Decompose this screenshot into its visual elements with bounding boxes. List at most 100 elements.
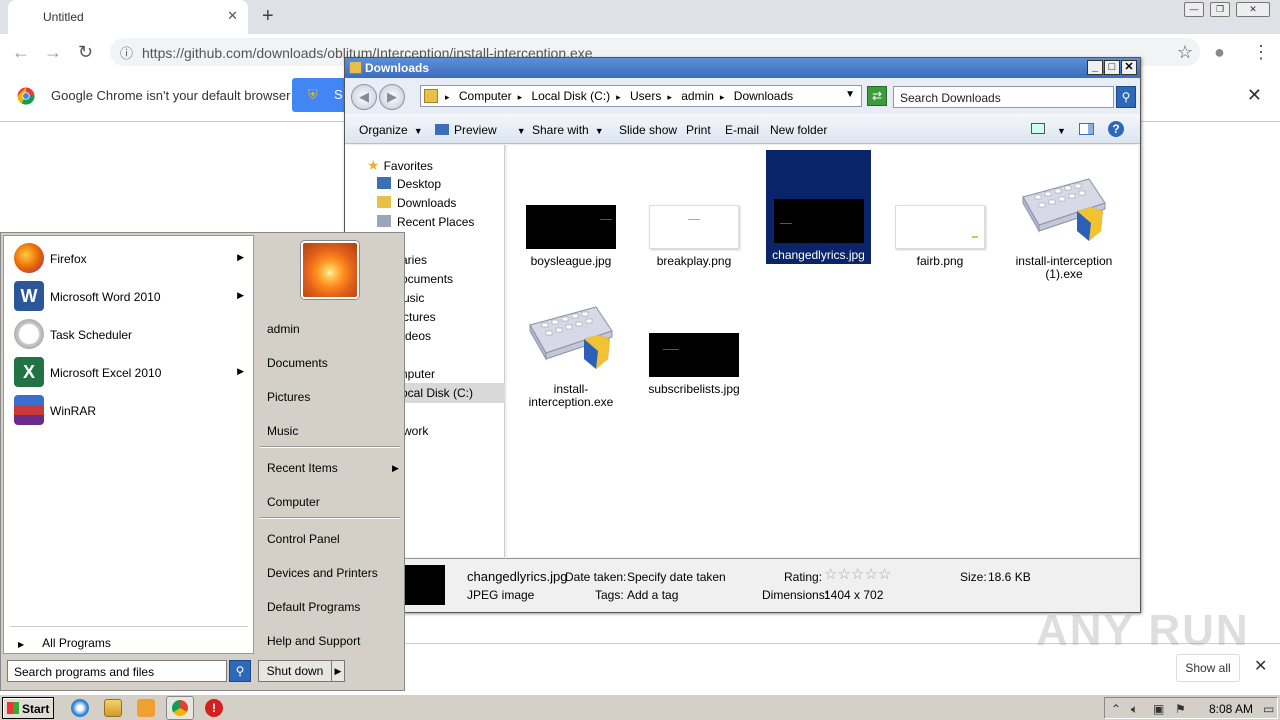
user-avatar[interactable] (301, 241, 359, 299)
explorer-close-button[interactable]: ✕ (1121, 60, 1137, 75)
nav-computer[interactable]: nputer (401, 367, 435, 381)
menu-item-default-programs[interactable]: Default Programs (267, 600, 360, 614)
menu-item-help[interactable]: Help and Support (267, 634, 360, 648)
internet-explorer-icon[interactable] (71, 699, 89, 717)
details-tags-value[interactable]: Add a tag (627, 588, 678, 602)
shutdown-options-arrow-icon[interactable]: ▶ (331, 660, 345, 682)
menu-item-recent[interactable]: Recent Items ▶ (267, 461, 401, 475)
star-icon[interactable]: ☆ (824, 566, 837, 583)
print-button[interactable]: Print (686, 123, 711, 137)
share-with-button[interactable]: Share with ▼ (532, 123, 604, 137)
profile-avatar-icon[interactable]: ● (1214, 42, 1225, 63)
menu-item-control-panel[interactable]: Control Panel (267, 532, 340, 546)
preview-pane-icon[interactable] (1079, 123, 1094, 138)
breadcrumb-users[interactable]: Users (630, 89, 661, 103)
star-icon[interactable]: ☆ (851, 566, 864, 583)
explorer-address-bar[interactable]: ▸ Computer ▸ Local Disk (C:) ▸ Users ▸ admi… (420, 85, 862, 107)
breadcrumb-local-disk[interactable]: Local Disk (C:) (531, 89, 610, 103)
info-icon[interactable]: ⓘ (120, 43, 133, 62)
star-icon[interactable]: ☆ (864, 566, 877, 583)
search-icon[interactable]: ⚲ (229, 660, 251, 682)
restore-button[interactable]: ❐ (1210, 2, 1230, 17)
reload-icon[interactable]: ↻ (78, 42, 93, 63)
new-folder-button[interactable]: New folder (770, 123, 827, 137)
nav-downloads[interactable]: Downloads (377, 196, 456, 210)
email-button[interactable]: E-mail (725, 123, 759, 137)
file-fairb[interactable]: fairb.png (887, 205, 993, 268)
nav-videos[interactable]: deos (405, 329, 431, 343)
star-icon[interactable]: ☆ (878, 566, 891, 583)
close-window-button[interactable]: ✕ (1236, 2, 1270, 17)
nav-network[interactable]: work (403, 424, 428, 438)
nav-recent-places[interactable]: Recent Places (377, 215, 474, 229)
explorer-search-input[interactable]: Search Downloads (893, 86, 1114, 108)
nav-music[interactable]: usic (403, 291, 424, 305)
program-word[interactable]: W Microsoft Word 2010 ▶ (12, 280, 248, 314)
file-install-interception[interactable]: install-interception.exe (518, 303, 624, 409)
show-desktop-icon[interactable]: ▭ (1263, 702, 1274, 716)
minimize-button[interactable]: — (1184, 2, 1204, 17)
chrome-taskbar-button[interactable] (166, 696, 194, 720)
shelf-close-icon[interactable]: ✕ (1254, 656, 1267, 676)
menu-kebab-icon[interactable]: ⋮ (1252, 42, 1270, 63)
show-hidden-icons-icon[interactable]: ⌃ (1111, 702, 1121, 716)
file-boysleague[interactable]: boysleague.jpg (518, 205, 624, 268)
explorer-folder-icon[interactable] (104, 699, 122, 717)
slide-show-button[interactable]: Slide show (619, 123, 677, 137)
program-winrar[interactable]: WinRAR (12, 394, 248, 428)
explorer-title-bar[interactable]: Downloads _ □ ✕ (345, 58, 1140, 78)
menu-item-documents[interactable]: Documents (267, 356, 328, 370)
show-all-button[interactable]: Show all (1176, 654, 1240, 682)
preview-button[interactable]: Preview ▼ (435, 123, 526, 137)
file-changedlyrics[interactable]: changedlyrics.jpg (766, 150, 871, 264)
breadcrumb-admin[interactable]: admin (681, 89, 714, 103)
bookmark-star-icon[interactable]: ☆ (1177, 42, 1193, 63)
breadcrumb-computer[interactable]: Computer (459, 89, 512, 103)
browser-tab[interactable]: Untitled ✕ (8, 0, 248, 34)
explorer-back-icon[interactable]: ◀ (351, 84, 377, 110)
menu-item-devices[interactable]: Devices and Printers (267, 566, 378, 580)
forward-arrow-icon[interactable]: → (44, 42, 62, 63)
menu-item-pictures[interactable]: Pictures (267, 390, 310, 404)
rating-stars[interactable]: ☆☆☆☆☆ (824, 565, 891, 583)
address-dropdown-icon[interactable]: ▼ (845, 89, 855, 100)
network-icon[interactable]: ▣ (1153, 702, 1164, 716)
start-button[interactable]: Start (2, 697, 54, 719)
details-date-value[interactable]: Specify date taken (627, 570, 726, 584)
breadcrumb-downloads[interactable]: Downloads (734, 89, 793, 103)
start-search-input[interactable]: Search programs and files (7, 660, 227, 682)
nav-documents[interactable]: ocuments (401, 272, 453, 286)
nav-pictures[interactable]: ctures (403, 310, 436, 324)
back-arrow-icon[interactable]: ← (12, 42, 30, 63)
all-programs-button[interactable]: ▶ All Programs (18, 636, 111, 650)
media-player-icon[interactable] (137, 699, 155, 717)
menu-item-music[interactable]: Music (267, 424, 298, 438)
refresh-icon[interactable]: ⇄ (867, 86, 887, 106)
star-icon[interactable]: ☆ (837, 566, 850, 583)
nav-local-disk[interactable]: ocal Disk (C:) (401, 386, 473, 400)
shutdown-button[interactable]: Shut down (258, 660, 332, 682)
program-excel[interactable]: X Microsoft Excel 2010 ▶ (12, 356, 248, 390)
change-view-icon[interactable]: ▼ (1031, 123, 1066, 137)
explorer-maximize-button[interactable]: □ (1104, 60, 1120, 75)
file-install-interception-1[interactable]: install-interception (1).exe (1011, 175, 1117, 281)
clock[interactable]: 8:08 AM (1209, 702, 1253, 716)
action-center-icon[interactable]: ⚑ (1175, 702, 1186, 716)
infobar-close-icon[interactable]: ✕ (1247, 85, 1262, 106)
explorer-forward-icon[interactable]: ▶ (379, 84, 405, 110)
program-firefox[interactable]: Firefox ▶ (12, 242, 248, 276)
program-task-scheduler[interactable]: Task Scheduler (12, 318, 248, 352)
file-breakplay[interactable]: breakplay.png (641, 205, 747, 268)
nav-favorites[interactable]: ★ Favorites (367, 157, 433, 174)
opera-icon[interactable]: ! (205, 699, 223, 717)
new-tab-button[interactable]: + (262, 5, 274, 28)
search-icon[interactable]: ⚲ (1116, 86, 1136, 108)
explorer-minimize-button[interactable]: _ (1087, 60, 1103, 75)
file-subscribelists[interactable]: subscribelists.jpg (641, 333, 747, 396)
volume-icon[interactable]: 🔈︎ (1131, 702, 1138, 717)
help-icon[interactable]: ? (1108, 121, 1124, 137)
menu-item-computer[interactable]: Computer (267, 495, 320, 509)
menu-item-user[interactable]: admin (267, 322, 300, 336)
tab-close-icon[interactable]: ✕ (227, 8, 238, 24)
organize-button[interactable]: Organize ▼ (359, 123, 423, 137)
